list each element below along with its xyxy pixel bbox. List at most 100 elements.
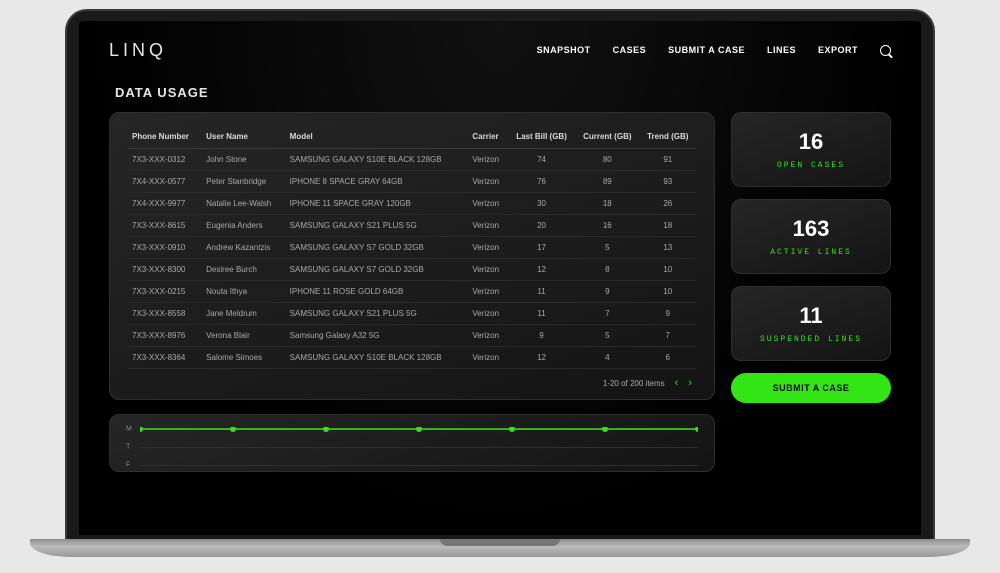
cell-model: SAMSUNG GALAXY S21 PLUS 5G <box>286 215 469 237</box>
chart-card: M T F <box>109 414 715 472</box>
laptop-frame: LINQ SNAPSHOT CASES SUBMIT A CASE LINES … <box>30 9 970 564</box>
search-icon[interactable] <box>880 45 891 56</box>
cell-user: John Stone <box>202 149 286 171</box>
cell-user: Desiree Burch <box>202 259 286 281</box>
stat-label: SUSPENDED LINES <box>742 335 880 344</box>
nav-export[interactable]: EXPORT <box>818 45 858 55</box>
cell-last: 74 <box>508 149 575 171</box>
chart-ytick: F <box>126 462 130 469</box>
col-carrier[interactable]: Carrier <box>468 127 508 149</box>
col-user[interactable]: User Name <box>202 127 286 149</box>
cell-carrier: Verizon <box>468 193 508 215</box>
table-row[interactable]: 7X3-XXX-8558Jane MeldrumSAMSUNG GALAXY S… <box>128 303 696 325</box>
stat-active-lines[interactable]: 163 ACTIVE LINES <box>731 199 891 274</box>
cell-carrier: Verizon <box>468 281 508 303</box>
stat-label: OPEN CASES <box>742 161 880 170</box>
col-curr[interactable]: Current (GB) <box>575 127 640 149</box>
cell-model: IPHONE 11 SPACE GRAY 120GB <box>286 193 469 215</box>
cell-curr: 16 <box>575 215 640 237</box>
chart-ytick: M <box>126 426 132 433</box>
cell-trend: 6 <box>640 347 696 369</box>
cell-user: Eugenia Anders <box>202 215 286 237</box>
cell-phone: 7X3-XXX-8615 <box>128 215 202 237</box>
cell-trend: 91 <box>640 149 696 171</box>
nav-lines[interactable]: LINES <box>767 45 796 55</box>
cell-curr: 5 <box>575 325 640 347</box>
cell-phone: 7X3-XXX-8300 <box>128 259 202 281</box>
cell-last: 17 <box>508 237 575 259</box>
cell-trend: 13 <box>640 237 696 259</box>
cell-phone: 7X3-XXX-0312 <box>128 149 202 171</box>
cell-model: Samsung Galaxy A32 5G <box>286 325 469 347</box>
col-last[interactable]: Last Bill (GB) <box>508 127 575 149</box>
nav-submit[interactable]: SUBMIT A CASE <box>668 45 745 55</box>
stat-value: 11 <box>742 303 880 329</box>
data-usage-table: Phone Number User Name Model Carrier Las… <box>128 127 696 369</box>
cell-last: 20 <box>508 215 575 237</box>
cell-user: Verona Blair <box>202 325 286 347</box>
cell-carrier: Verizon <box>468 215 508 237</box>
table-row[interactable]: 7X4-XXX-0577Peter StanbridgeIPHONE 8 SPA… <box>128 171 696 193</box>
cell-carrier: Verizon <box>468 325 508 347</box>
cell-trend: 9 <box>640 303 696 325</box>
col-trend[interactable]: Trend (GB) <box>640 127 696 149</box>
brand-logo: LINQ <box>109 40 167 61</box>
cell-curr: 89 <box>575 171 640 193</box>
cell-last: 76 <box>508 171 575 193</box>
cell-user: Natalie Lee-Walsh <box>202 193 286 215</box>
cell-curr: 9 <box>575 281 640 303</box>
cell-carrier: Verizon <box>468 237 508 259</box>
cell-trend: 18 <box>640 215 696 237</box>
cell-phone: 7X4-XXX-9977 <box>128 193 202 215</box>
topbar: LINQ SNAPSHOT CASES SUBMIT A CASE LINES … <box>109 35 891 65</box>
cell-curr: 8 <box>575 259 640 281</box>
cell-phone: 7X3-XXX-0910 <box>128 237 202 259</box>
cell-model: SAMSUNG GALAXY S10E BLACK 128GB <box>286 347 469 369</box>
table-row[interactable]: 7X4-XXX-9977Natalie Lee-WalshIPHONE 11 S… <box>128 193 696 215</box>
cell-trend: 10 <box>640 281 696 303</box>
table-row[interactable]: 7X3-XXX-8615Eugenia AndersSAMSUNG GALAXY… <box>128 215 696 237</box>
table-row[interactable]: 7X3-XXX-8976Verona BlairSamsung Galaxy A… <box>128 325 696 347</box>
cell-user: Salome Simoes <box>202 347 286 369</box>
cell-last: 30 <box>508 193 575 215</box>
cell-model: SAMSUNG GALAXY S7 GOLD 32GB <box>286 259 469 281</box>
cell-carrier: Verizon <box>468 171 508 193</box>
table-row[interactable]: 7X3-XXX-0215Nouta IthyaIPHONE 11 ROSE GO… <box>128 281 696 303</box>
cell-phone: 7X4-XXX-0577 <box>128 171 202 193</box>
pager-prev-icon[interactable]: ‹ <box>675 377 679 389</box>
table-row[interactable]: 7X3-XXX-0312John StoneSAMSUNG GALAXY S10… <box>128 149 696 171</box>
cell-model: IPHONE 11 ROSE GOLD 64GB <box>286 281 469 303</box>
table-row[interactable]: 7X3-XXX-8364Salome SimoesSAMSUNG GALAXY … <box>128 347 696 369</box>
cell-curr: 18 <box>575 193 640 215</box>
cell-phone: 7X3-XXX-0215 <box>128 281 202 303</box>
cell-carrier: Verizon <box>468 347 508 369</box>
col-model[interactable]: Model <box>286 127 469 149</box>
cell-user: Andrew Kazantzis <box>202 237 286 259</box>
cell-phone: 7X3-XXX-8976 <box>128 325 202 347</box>
cell-last: 9 <box>508 325 575 347</box>
cell-last: 12 <box>508 259 575 281</box>
nav-cases[interactable]: CASES <box>613 45 647 55</box>
stat-suspended-lines[interactable]: 11 SUSPENDED LINES <box>731 286 891 361</box>
cell-curr: 80 <box>575 149 640 171</box>
table-row[interactable]: 7X3-XXX-0910Andrew KazantzisSAMSUNG GALA… <box>128 237 696 259</box>
table-row[interactable]: 7X3-XXX-8300Desiree BurchSAMSUNG GALAXY … <box>128 259 696 281</box>
page-title: DATA USAGE <box>115 85 891 100</box>
cell-carrier: Verizon <box>468 149 508 171</box>
trend-chart: M T F <box>126 427 698 471</box>
cell-curr: 5 <box>575 237 640 259</box>
col-phone[interactable]: Phone Number <box>128 127 202 149</box>
cell-user: Peter Stanbridge <box>202 171 286 193</box>
submit-case-button[interactable]: SUBMIT A CASE <box>731 373 891 403</box>
stat-open-cases[interactable]: 16 OPEN CASES <box>731 112 891 187</box>
cell-model: SAMSUNG GALAXY S7 GOLD 32GB <box>286 237 469 259</box>
cell-model: SAMSUNG GALAXY S10E BLACK 128GB <box>286 149 469 171</box>
cell-trend: 93 <box>640 171 696 193</box>
pager: 1-20 of 200 items ‹ › <box>128 369 696 389</box>
cell-user: Nouta Ithya <box>202 281 286 303</box>
nav-snapshot[interactable]: SNAPSHOT <box>537 45 591 55</box>
pager-next-icon[interactable]: › <box>688 377 692 389</box>
cell-model: SAMSUNG GALAXY S21 PLUS 5G <box>286 303 469 325</box>
chart-ytick: T <box>126 444 130 451</box>
cell-carrier: Verizon <box>468 259 508 281</box>
